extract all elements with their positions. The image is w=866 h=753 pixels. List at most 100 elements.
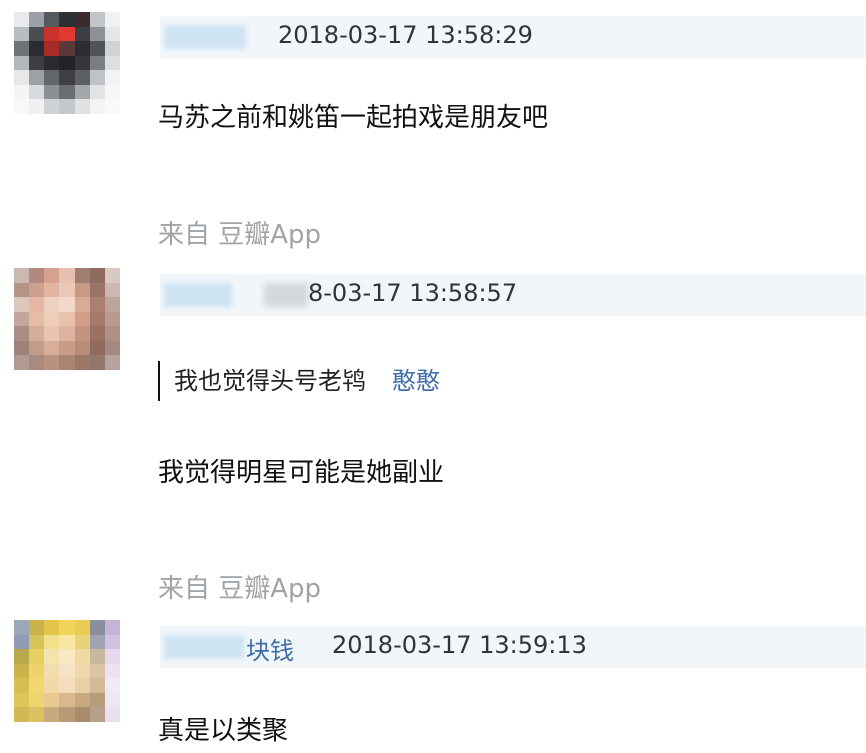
avatar-pixel <box>89 707 105 722</box>
avatar-pixel <box>104 311 120 327</box>
avatar-pixel <box>74 268 90 283</box>
avatar-pixel <box>89 678 105 693</box>
avatar-pixel <box>89 99 105 114</box>
avatar-pixel <box>14 268 30 283</box>
avatar-pixel <box>104 55 120 71</box>
avatar-pixel <box>44 297 60 312</box>
avatar-pixel <box>14 649 30 664</box>
avatar-pixel <box>89 649 105 664</box>
comment-text: 真是以类聚 <box>158 716 289 746</box>
avatar-pixel <box>29 692 45 708</box>
username[interactable]: 块钱 <box>246 631 294 666</box>
avatar-pixel <box>44 99 60 114</box>
avatar-pixel <box>89 634 105 650</box>
avatar-pixel <box>29 297 45 312</box>
avatar-pixel <box>44 340 60 356</box>
avatar-pixel <box>29 340 45 356</box>
avatar-pixel <box>29 649 45 664</box>
avatar-pixel <box>74 649 90 664</box>
avatar-pixel <box>89 340 105 356</box>
avatar-pixel <box>104 297 120 312</box>
comment-time: 2018-03-17 13:59:13 <box>332 631 587 659</box>
avatar-pixel <box>44 84 60 100</box>
avatar-pixel <box>44 678 60 693</box>
avatar-pixel <box>104 70 120 85</box>
avatar-pixel <box>44 620 60 635</box>
avatar-pixel <box>29 41 45 56</box>
avatar-pixel <box>104 12 120 27</box>
avatar-pixel <box>29 311 45 327</box>
avatar-pixel <box>74 311 90 327</box>
avatar-pixel <box>74 663 90 679</box>
username-blurred[interactable] <box>164 25 246 49</box>
avatar-pixel <box>104 340 120 356</box>
avatar-pixel <box>89 268 105 283</box>
avatar-pixel <box>74 355 90 370</box>
avatar-pixel <box>59 355 75 370</box>
quote-author-link[interactable]: 憨憨 <box>392 367 440 395</box>
avatar-pixel <box>59 268 75 283</box>
avatar-pixel <box>14 692 30 708</box>
avatar-pixel <box>104 282 120 298</box>
avatar-pixel <box>14 311 30 327</box>
avatar-pixel <box>59 297 75 312</box>
avatar-pixel <box>89 282 105 298</box>
avatar-pixel <box>44 268 60 283</box>
avatar-pixel <box>59 663 75 679</box>
avatar-pixel <box>29 282 45 298</box>
avatar-pixel <box>104 84 120 100</box>
avatar-pixel <box>89 297 105 312</box>
avatar-pixel <box>14 707 30 722</box>
avatar-pixel <box>74 326 90 341</box>
avatar-pixel <box>59 84 75 100</box>
avatar-pixel <box>14 340 30 356</box>
avatar-pixel <box>89 355 105 370</box>
avatar-pixel <box>44 311 60 327</box>
avatar-pixel <box>14 84 30 100</box>
avatar-pixel <box>44 70 60 85</box>
quote-text: 我也觉得头号老鸨 <box>174 367 366 395</box>
avatar-pixel <box>29 84 45 100</box>
avatar-pixel <box>89 12 105 27</box>
avatar-pixel <box>89 70 105 85</box>
avatar-pixel <box>104 26 120 42</box>
avatar-pixel <box>89 620 105 635</box>
avatar-pixel <box>59 41 75 56</box>
avatar[interactable] <box>14 268 120 370</box>
avatar-pixel <box>14 12 30 27</box>
avatar-pixel <box>74 340 90 356</box>
avatar-pixel <box>44 634 60 650</box>
avatar-pixel <box>29 707 45 722</box>
avatar-pixel <box>59 12 75 27</box>
avatar-pixel <box>29 55 45 71</box>
avatar-pixel <box>104 620 120 635</box>
comment-time: 2018-03-17 13:58:29 <box>278 21 533 49</box>
avatar-pixel <box>104 268 120 283</box>
avatar-pixel <box>89 41 105 56</box>
avatar-pixel <box>44 41 60 56</box>
avatar-pixel <box>14 663 30 679</box>
avatar-pixel <box>44 326 60 341</box>
avatar-pixel <box>74 99 90 114</box>
avatar-pixel <box>74 692 90 708</box>
avatar-pixel <box>74 84 90 100</box>
avatar-pixel <box>74 12 90 27</box>
avatar-pixel <box>59 634 75 650</box>
avatar-pixel <box>14 678 30 693</box>
avatar[interactable] <box>14 620 120 722</box>
avatar-pixel <box>89 663 105 679</box>
username-blurred[interactable] <box>164 635 244 659</box>
comment-text: 马苏之前和姚笛一起拍戏是朋友吧 <box>158 103 549 133</box>
avatar-pixel <box>29 12 45 27</box>
avatar-pixel <box>14 620 30 635</box>
comment-item: 8-03-17 13:58:57 我也觉得头号老鸨 憨憨 我觉得明星可能是她副业 … <box>0 260 866 610</box>
username-blurred[interactable] <box>164 283 232 307</box>
avatar-pixel <box>44 707 60 722</box>
avatar-pixel <box>14 99 30 114</box>
avatar-pixel <box>104 692 120 708</box>
avatar-pixel <box>59 678 75 693</box>
avatar[interactable] <box>14 12 120 114</box>
comment-time: 8-03-17 13:58:57 <box>308 279 518 307</box>
avatar-pixel <box>14 326 30 341</box>
avatar-pixel <box>44 55 60 71</box>
